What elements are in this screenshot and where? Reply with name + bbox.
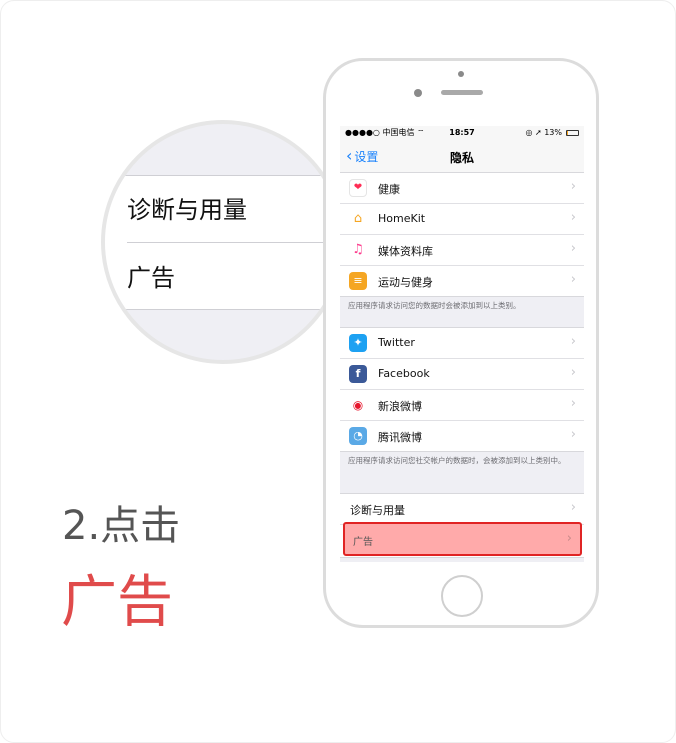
chevron-right-icon: › <box>570 427 576 442</box>
chevron-right-icon: › <box>570 365 576 380</box>
page-title: 隐私 <box>449 151 474 165</box>
navigation-bar: ‹ 设置 隐私 <box>340 140 584 175</box>
tencent-weibo-icon: ◔ <box>349 427 367 445</box>
magnified-divider <box>127 242 341 243</box>
status-bar: ●●●●○ 中国电信 ⌔ 18:57 ◎ ➚ 13% <box>340 126 584 140</box>
list-item-label: 运动与健身 <box>378 276 433 289</box>
list-item-health[interactable]: ❤ 健康 › <box>340 173 584 204</box>
list-item-diagnostics[interactable]: 诊断与用量 › <box>340 494 584 525</box>
list-item-label: 新浪微博 <box>378 400 422 413</box>
list-item-sina-weibo[interactable]: ◉ 新浪微博 › <box>340 390 584 421</box>
earpiece-speaker <box>441 90 483 95</box>
chevron-right-icon: › <box>570 210 576 225</box>
phone-screen: ●●●●○ 中国电信 ⌔ 18:57 ◎ ➚ 13% ‹ 设置 隐私 ❤ 健康 ›… <box>340 126 584 562</box>
list-item-label: 腾讯微博 <box>378 431 422 444</box>
battery-level <box>567 131 569 135</box>
list-item-label: 健康 <box>378 183 400 196</box>
facebook-icon: f <box>349 365 367 383</box>
list-item-label: Facebook <box>378 367 430 380</box>
chevron-right-icon: › <box>570 500 576 515</box>
list-item-media-library[interactable]: ♫ 媒体资料库 › <box>340 235 584 266</box>
group-footnote: 应用程序请求访问您社交帐户的数据时，会被添加到以上类别中。 <box>348 456 566 465</box>
privacy-group-data: ❤ 健康 › ⌂ HomeKit › ♫ 媒体资料库 › ≡ 运动与健身 › <box>340 172 584 297</box>
chevron-right-icon: › <box>570 241 576 256</box>
health-icon: ❤ <box>349 179 367 197</box>
magnified-ads-label: 广告 <box>127 264 175 292</box>
proximity-sensor <box>414 89 422 97</box>
chevron-right-icon: › <box>570 179 576 194</box>
chevron-right-icon: › <box>570 334 576 349</box>
home-button[interactable] <box>441 575 483 617</box>
chevron-right-icon: › <box>566 531 572 546</box>
chevron-right-icon: › <box>570 396 576 411</box>
privacy-group-social: ✦ Twitter › f Facebook › ◉ 新浪微博 › ◔ 腾讯微博… <box>340 327 584 452</box>
list-item-label: 媒体资料库 <box>378 245 433 258</box>
step-label: 2.点击 <box>62 503 181 549</box>
group-footnote: 应用程序请求访问您的数据时会被添加到以上类别。 <box>348 301 521 310</box>
magnified-settings-group: 诊断与用量 广告 <box>105 175 341 310</box>
magnified-diagnostics-label: 诊断与用量 <box>127 196 247 224</box>
step-action-label: 广告 <box>61 570 173 635</box>
list-item-advertising[interactable]: 广告 › <box>343 522 582 556</box>
motion-icon: ≡ <box>349 272 367 290</box>
list-item-tencent-weibo[interactable]: ◔ 腾讯微博 › <box>340 421 584 451</box>
list-item-label: 广告 <box>353 537 373 548</box>
chevron-right-icon: › <box>570 272 576 287</box>
list-item-homekit[interactable]: ⌂ HomeKit › <box>340 204 584 235</box>
home-icon: ⌂ <box>349 210 367 228</box>
music-icon: ♫ <box>349 241 367 259</box>
twitter-icon: ✦ <box>349 334 367 352</box>
list-item-facebook[interactable]: f Facebook › <box>340 359 584 390</box>
list-item-label: 诊断与用量 <box>350 504 405 517</box>
status-right: ◎ ➚ 13% <box>525 128 562 137</box>
battery-icon <box>566 130 579 136</box>
list-item-twitter[interactable]: ✦ Twitter › <box>340 328 584 359</box>
front-camera <box>458 71 464 77</box>
list-item-label: Twitter <box>378 336 415 349</box>
weibo-icon: ◉ <box>349 396 367 414</box>
list-item-label: HomeKit <box>378 212 426 225</box>
magnifier-lens: 诊断与用量 广告 <box>101 120 345 364</box>
list-item-motion-fitness[interactable]: ≡ 运动与健身 › <box>340 266 584 296</box>
